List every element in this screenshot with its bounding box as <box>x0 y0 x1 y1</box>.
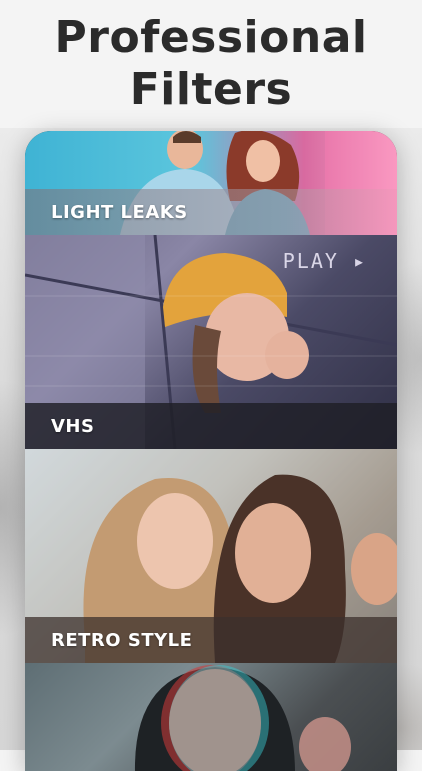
phone-screen: LIGHT LEAKS PLAY ▸ VHS RETRO STYLE <box>25 131 397 771</box>
vhs-play-overlay: PLAY ▸ <box>282 249 367 273</box>
vhs-label-bar: VHS <box>25 403 397 449</box>
glitch-photo <box>135 665 351 771</box>
filter-light-leaks[interactable]: LIGHT LEAKS <box>25 131 397 235</box>
filter-label: RETRO STYLE <box>51 629 193 651</box>
filter-label: VHS <box>51 415 95 437</box>
headline-line-1: Professional <box>54 12 368 63</box>
filter-label: LIGHT LEAKS <box>51 201 188 223</box>
light-leaks-label-bar: LIGHT LEAKS <box>25 189 397 235</box>
filter-retro-style[interactable]: RETRO STYLE <box>25 449 397 663</box>
filter-vhs[interactable]: PLAY ▸ VHS <box>25 235 397 449</box>
headline: Professional Filters <box>0 12 422 116</box>
retro-style-label-bar: RETRO STYLE <box>25 617 397 663</box>
filter-glitch[interactable] <box>25 663 397 771</box>
headline-line-2: Filters <box>129 64 293 115</box>
